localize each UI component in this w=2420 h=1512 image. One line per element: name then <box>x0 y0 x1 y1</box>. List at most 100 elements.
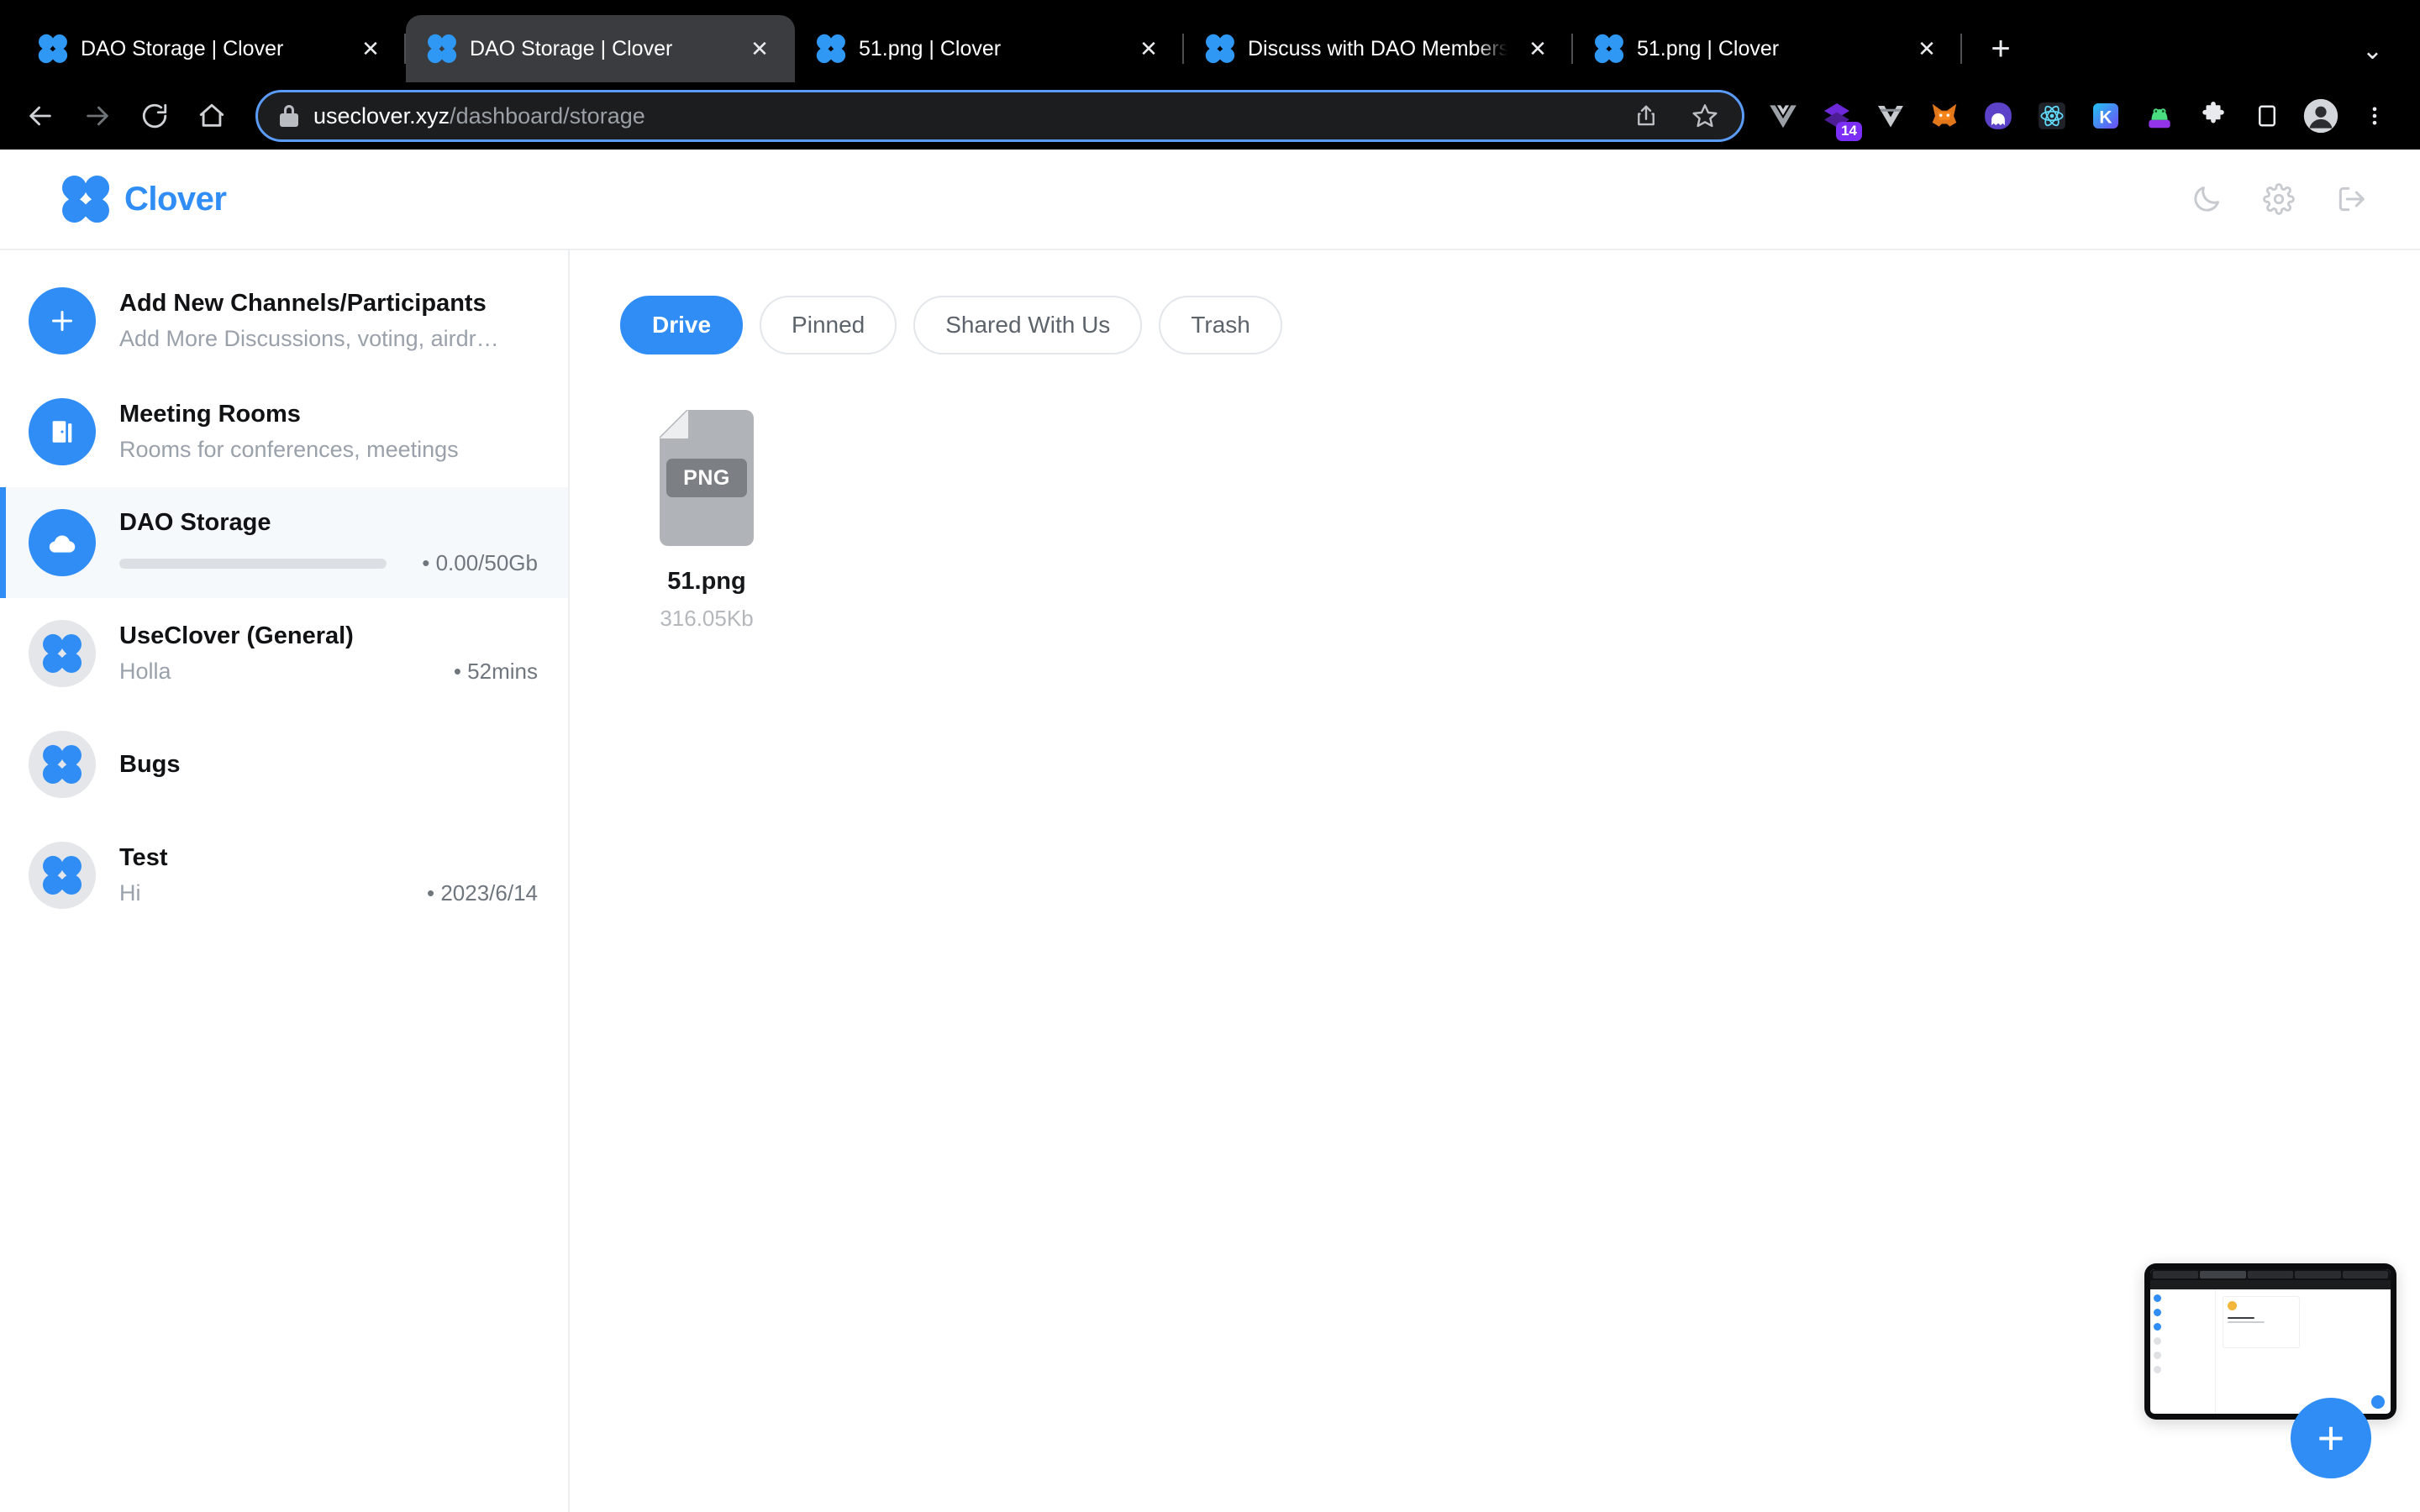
browser-tab-active[interactable]: DAO Storage | Clover ✕ <box>406 15 795 82</box>
sidebar-item-text: Add New Channels/Participants Add More D… <box>119 290 538 352</box>
extensions-puzzle-icon[interactable] <box>2186 89 2240 143</box>
sidebar-item-text: DAO Storage 0.00/50Gb <box>119 509 538 576</box>
tab-trash[interactable]: Trash <box>1159 296 1282 354</box>
sidebar-item-test[interactable]: Test Hi 2023/6/14 <box>0 820 568 931</box>
sidebar-item-subtitle: Add More Discussions, voting, airdr… <box>119 326 499 351</box>
tab-title: DAO Storage | Clover <box>81 36 284 60</box>
sidebar-item-text: UseClover (General) Holla 52mins <box>119 622 538 685</box>
react-devtools-extension-icon[interactable] <box>2025 89 2079 143</box>
sidebar-item-subrow: Hi 2023/6/14 <box>119 880 538 906</box>
extension-badge-count: 14 <box>1836 122 1862 141</box>
sidebar-item-subtitle: Rooms for conferences, meetings <box>119 437 459 462</box>
sidebar-item-useclover-general[interactable]: UseClover (General) Holla 52mins <box>0 598 568 709</box>
vite-extension-icon[interactable] <box>1864 89 1918 143</box>
browser-tab[interactable]: DAO Storage | Clover ✕ <box>17 15 406 82</box>
cloud-icon <box>29 509 96 576</box>
browser-toolbar: useclover.xyz/dashboard/storage 14 K <box>0 82 2420 150</box>
browser-tab[interactable]: 51.png | Clover ✕ <box>1573 15 1962 82</box>
tab-drive[interactable]: Drive <box>620 296 744 354</box>
sidebar-item-meta: 2023/6/14 <box>427 880 538 906</box>
bookmark-star-icon[interactable] <box>1683 94 1727 138</box>
app-header: Clover <box>0 150 2420 250</box>
brand-name: Clover <box>124 180 227 218</box>
sidebar-item-add-new-channels[interactable]: Add New Channels/Participants Add More D… <box>0 265 568 376</box>
file-size: 316.05Kb <box>660 606 754 631</box>
url-text: useclover.xyz/dashboard/storage <box>313 103 1609 129</box>
forward-arrow-icon[interactable] <box>69 87 126 144</box>
tab-search-chevron-down-icon[interactable]: ⌄ <box>2362 39 2383 64</box>
sidebar-item-bugs[interactable]: Bugs <box>0 709 568 820</box>
clover-channel-icon <box>29 731 96 798</box>
tab-title: 51.png | Clover <box>859 36 1002 60</box>
preview-address-bar <box>2150 1280 2391 1289</box>
sidebar-item-subtitle: Holla <box>119 659 171 684</box>
brand-logo[interactable]: Clover <box>56 170 227 228</box>
preview-main <box>2216 1289 2391 1414</box>
side-panel-icon[interactable] <box>2240 89 2294 143</box>
kredeum-k-extension-icon[interactable]: K <box>2079 89 2133 143</box>
tab-close-icon[interactable]: ✕ <box>1132 32 1165 66</box>
svg-text:K: K <box>2099 108 2112 127</box>
tab-strip: DAO Storage | Clover ✕ DAO Storage | Clo… <box>0 0 2420 82</box>
tab-pinned[interactable]: Pinned <box>760 296 897 354</box>
sidebar-item-dao-storage[interactable]: DAO Storage 0.00/50Gb <box>0 487 568 598</box>
tab-close-icon[interactable]: ✕ <box>354 32 387 66</box>
chrome-menu-icon[interactable] <box>2348 89 2402 143</box>
new-tab-button[interactable]: + <box>1977 25 2024 72</box>
browser-tab[interactable]: 51.png | Clover ✕ <box>795 15 1184 82</box>
purple-layers-extension-icon[interactable]: 14 <box>1810 89 1864 143</box>
sidebar-item-title: Add New Channels/Participants <box>119 290 487 317</box>
reload-icon[interactable] <box>126 87 183 144</box>
png-file-icon: PNG <box>660 410 754 546</box>
moon-icon[interactable] <box>2188 181 2225 218</box>
back-arrow-icon[interactable] <box>12 87 69 144</box>
sidebar-item-subtitle: Hi <box>119 880 141 906</box>
share-icon[interactable] <box>1624 94 1668 138</box>
phantom-ghost-extension-icon[interactable] <box>1971 89 2025 143</box>
clover-favicon-icon <box>35 31 71 66</box>
sidebar-item-title: UseClover (General) <box>119 622 354 649</box>
tab-close-icon[interactable]: ✕ <box>1910 32 1944 66</box>
preview-sidebar <box>2150 1289 2216 1414</box>
frog-extension-icon[interactable] <box>2133 89 2186 143</box>
file-card[interactable]: PNG 51.png 316.05Kb <box>620 410 793 632</box>
tab-close-icon[interactable]: ✕ <box>1521 32 1555 66</box>
file-type-label: PNG <box>666 459 747 497</box>
preview-card <box>2223 1296 2300 1348</box>
sidebar-item-title: Test <box>119 844 168 871</box>
file-name: 51.png <box>667 568 746 595</box>
vue-devtools-extension-icon[interactable] <box>1756 89 1810 143</box>
tab-shared-with-us[interactable]: Shared With Us <box>913 296 1143 354</box>
gear-icon[interactable] <box>2260 181 2297 218</box>
home-icon[interactable] <box>183 87 240 144</box>
door-icon <box>29 398 96 465</box>
profile-avatar[interactable] <box>2294 89 2348 143</box>
app-preview-thumbnail[interactable] <box>2144 1263 2396 1420</box>
metamask-fox-extension-icon[interactable] <box>1918 89 1971 143</box>
clover-logo-icon <box>56 170 115 228</box>
browser-window: DAO Storage | Clover ✕ DAO Storage | Clo… <box>0 0 2420 1512</box>
main-content: Drive Pinned Shared With Us Trash PNG 51… <box>570 250 2420 1512</box>
storage-progress-bar <box>119 558 387 569</box>
tab-close-icon[interactable]: ✕ <box>743 32 776 66</box>
extension-toolbar: 14 K <box>1756 89 2402 143</box>
sidebar-item-subrow: Add More Discussions, voting, airdr… <box>119 326 538 352</box>
web-page: Clover Add New Channels/Participants Add… <box>0 150 2420 1512</box>
clover-channel-icon <box>29 620 96 687</box>
add-file-fab-button[interactable]: + <box>2291 1398 2371 1478</box>
logout-icon[interactable] <box>2333 181 2370 218</box>
plus-icon <box>29 287 96 354</box>
preview-tab-strip <box>2150 1269 2391 1280</box>
tab-title: 51.png | Clover <box>1637 36 1780 60</box>
preview-body <box>2150 1289 2391 1414</box>
sidebar-item-title: Meeting Rooms <box>119 401 301 428</box>
storage-filter-tabs: Drive Pinned Shared With Us Trash <box>620 296 2370 354</box>
url-host: useclover.xyz <box>313 102 450 129</box>
clover-favicon-icon <box>424 31 460 66</box>
sidebar-item-subrow: Rooms for conferences, meetings <box>119 437 538 463</box>
address-bar[interactable]: useclover.xyz/dashboard/storage <box>255 90 1744 142</box>
tab-title: Discuss with DAO Members | C <box>1248 36 1507 60</box>
browser-tab[interactable]: Discuss with DAO Members | C ✕ <box>1184 15 1573 82</box>
sidebar-item-meeting-rooms[interactable]: Meeting Rooms Rooms for conferences, mee… <box>0 376 568 487</box>
sidebar-item-subrow: Holla 52mins <box>119 659 538 685</box>
